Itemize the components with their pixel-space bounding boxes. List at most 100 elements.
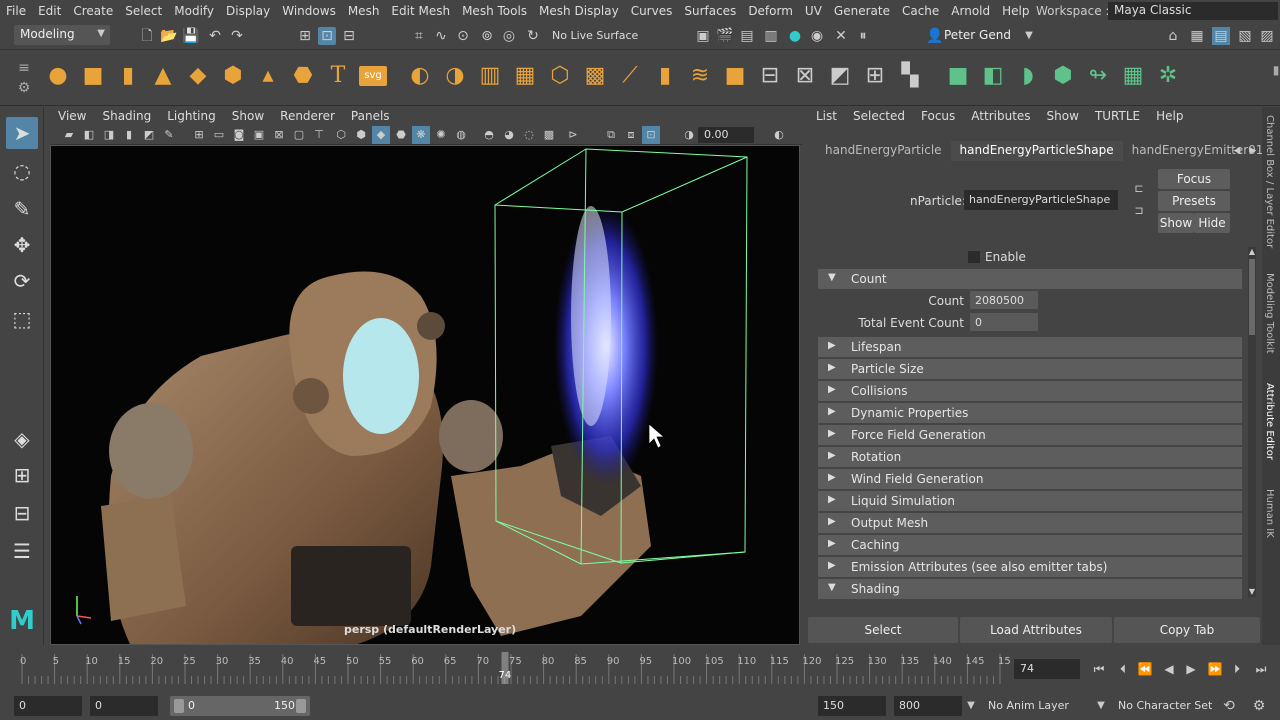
output-mesh-section-header[interactable]: ▶ Output Mesh xyxy=(818,513,1242,533)
snap-curve-icon[interactable]: ∿ xyxy=(432,27,450,45)
motion-blur-icon[interactable]: ◓ xyxy=(480,126,498,144)
load-attributes-button[interactable]: Load Attributes xyxy=(960,617,1112,643)
go-to-start-icon[interactable]: ⏮ xyxy=(1090,660,1108,678)
menu-curves[interactable]: Curves xyxy=(625,4,679,18)
select-object-icon[interactable]: ⊡ xyxy=(318,27,336,45)
go-to-output-icon[interactable]: ⊐ xyxy=(1130,202,1148,220)
ae-menu-show[interactable]: Show xyxy=(1039,107,1087,127)
particle-size-section-header[interactable]: ▶ Particle Size xyxy=(818,359,1242,379)
bookmark-icon[interactable]: ◨ xyxy=(100,126,118,144)
presets-button[interactable]: Presets xyxy=(1158,191,1230,211)
two-view-layout-icon[interactable]: ⊟ xyxy=(6,497,38,529)
workspace-home-icon[interactable]: ⌂ xyxy=(1164,27,1182,45)
playback-end-field[interactable]: 150 xyxy=(818,696,886,716)
step-forward-frame-icon[interactable]: ⏩ xyxy=(1206,660,1224,678)
tab-hand-energy-particle[interactable]: handEnergyParticle xyxy=(816,141,951,161)
uv-unfold-icon[interactable]: ↬ xyxy=(1084,62,1112,90)
menu-display[interactable]: Display xyxy=(220,4,276,18)
menu-surfaces[interactable]: Surfaces xyxy=(678,4,742,18)
snap-grid-icon[interactable]: ⌗ xyxy=(410,27,428,45)
menu-create[interactable]: Create xyxy=(67,4,119,18)
outliner-layout-icon[interactable]: ☰ xyxy=(6,535,38,567)
menu-file[interactable]: File xyxy=(0,4,32,18)
tab-scroll-right-icon[interactable]: ▶ xyxy=(1244,142,1262,160)
arnold-tool-icon[interactable]: ✕ xyxy=(832,27,850,45)
viewport-menu-view[interactable]: View xyxy=(50,107,94,125)
layout-icon[interactable]: ▦ xyxy=(1188,27,1206,45)
uv-cylindrical-icon[interactable]: ◧ xyxy=(979,62,1007,90)
fill-hole-icon[interactable]: ⊞ xyxy=(861,62,889,90)
poly-pyramid-icon[interactable]: ▴ xyxy=(254,62,282,90)
step-back-key-icon[interactable]: ⏴ xyxy=(1114,660,1132,678)
combine-icon[interactable]: ◐ xyxy=(406,62,434,90)
pause-icon[interactable]: ⏸ xyxy=(854,27,872,45)
bridge-icon[interactable]: ⟋ xyxy=(616,62,644,90)
isolate-select-icon[interactable]: ▩ xyxy=(540,126,558,144)
poly-pipe-icon[interactable]: ⬣ xyxy=(289,62,317,90)
extrude-icon[interactable]: ▩ xyxy=(581,62,609,90)
copy-tab-button[interactable]: Copy Tab xyxy=(1114,617,1260,643)
scroll-down-icon[interactable]: ▼ xyxy=(1243,583,1261,601)
viewport-menu-renderer[interactable]: Renderer xyxy=(272,107,343,125)
channel-box-toggle-icon[interactable]: ▨ xyxy=(1258,27,1276,45)
viewport-menu-shading[interactable]: Shading xyxy=(94,107,159,125)
uv-planar-icon[interactable]: ■ xyxy=(944,62,972,90)
smooth-shade-icon[interactable]: ⬢ xyxy=(352,126,370,144)
menu-cache[interactable]: Cache xyxy=(896,4,945,18)
field-chart-icon[interactable]: ⊠ xyxy=(270,126,288,144)
lifespan-section-header[interactable]: ▶ Lifespan xyxy=(818,337,1242,357)
ae-menu-selected[interactable]: Selected xyxy=(845,107,913,127)
node-name-field[interactable]: handEnergyParticleShape xyxy=(964,190,1118,210)
chevron-down-icon[interactable]: ▼ xyxy=(1092,697,1110,715)
tool-settings-icon[interactable]: ▧ xyxy=(1236,27,1254,45)
tab-human-ik[interactable]: Human IK xyxy=(1264,489,1275,538)
move-tool-icon[interactable]: ✥ xyxy=(6,229,38,261)
menu-edit-mesh[interactable]: Edit Mesh xyxy=(385,4,456,18)
shadows-icon[interactable]: ✺ xyxy=(432,126,450,144)
viewport-menu-panels[interactable]: Panels xyxy=(343,107,398,125)
grid-icon[interactable]: ⊞ xyxy=(190,126,208,144)
tab-hand-energy-particle-shape[interactable]: handEnergyParticleShape xyxy=(950,141,1123,161)
ipr-render-icon[interactable]: ▤ xyxy=(738,27,756,45)
xray-icon[interactable]: ⊳ xyxy=(564,126,582,144)
viewport-menu-lighting[interactable]: Lighting xyxy=(159,107,224,125)
select-component-icon[interactable]: ⊟ xyxy=(340,27,358,45)
ae-menu-attributes[interactable]: Attributes xyxy=(963,107,1038,127)
play-forwards-icon[interactable]: ▶ xyxy=(1182,660,1200,678)
multisample-icon[interactable]: ◕ xyxy=(500,126,518,144)
render-view-icon[interactable]: ▣ xyxy=(694,27,712,45)
time-slider[interactable]: 0 5 10 15 20 25 30 35 40 45 50 55 60 65 70 75 80 85 90 95 10… xyxy=(0,650,1280,688)
end-time-field[interactable]: 800 xyxy=(894,696,962,716)
uv-sew-icon[interactable]: ✲ xyxy=(1154,62,1182,90)
snap-point-icon[interactable]: ⊙ xyxy=(454,27,472,45)
poly-svg-icon[interactable]: svg xyxy=(359,66,387,86)
menu-mesh-display[interactable]: Mesh Display xyxy=(533,4,625,18)
anim-layer-label[interactable]: No Anim Layer xyxy=(988,699,1069,712)
ae-menu-help[interactable]: Help xyxy=(1148,107,1191,127)
poly-cylinder-icon[interactable]: ▮ xyxy=(114,62,142,90)
menu-help[interactable]: Help xyxy=(996,4,1035,18)
camera-icon[interactable]: ▰ xyxy=(60,126,78,144)
safe-action-icon[interactable]: ▢ xyxy=(290,126,308,144)
gate-mask-icon[interactable]: ▣ xyxy=(250,126,268,144)
select-button[interactable]: Select xyxy=(808,617,958,643)
multi-cut-icon[interactable]: ≋ xyxy=(686,62,714,90)
xray-joints-icon[interactable]: ⧉ xyxy=(602,126,620,144)
resolution-gate-icon[interactable]: ◙ xyxy=(230,126,248,144)
auto-key-icon[interactable]: ⟲ xyxy=(1220,697,1238,715)
snap-view-icon[interactable]: ⊚ xyxy=(478,27,496,45)
range-slider-right-handle[interactable] xyxy=(296,699,306,713)
enable-checkbox[interactable] xyxy=(968,251,980,263)
paint-select-icon[interactable]: ✎ xyxy=(6,193,38,225)
twod-pan-icon[interactable]: ◩ xyxy=(140,126,158,144)
shading-section-header[interactable]: ▼ Shading xyxy=(818,579,1242,599)
new-scene-icon[interactable]: 🗋 xyxy=(138,27,156,45)
preferences-icon[interactable]: ⚙ xyxy=(1250,697,1268,715)
wireframe-on-shaded-icon[interactable]: ◆ xyxy=(372,126,390,144)
quad-draw-icon[interactable]: ▚ xyxy=(896,62,924,90)
image-plane-icon[interactable]: ▮ xyxy=(120,126,138,144)
offset-edge-loop-icon[interactable]: ⊠ xyxy=(791,62,819,90)
safe-title-icon[interactable]: ⊤ xyxy=(310,126,328,144)
range-slider[interactable]: 0 150 xyxy=(170,696,310,716)
hypershade-icon[interactable]: ● xyxy=(786,27,804,45)
